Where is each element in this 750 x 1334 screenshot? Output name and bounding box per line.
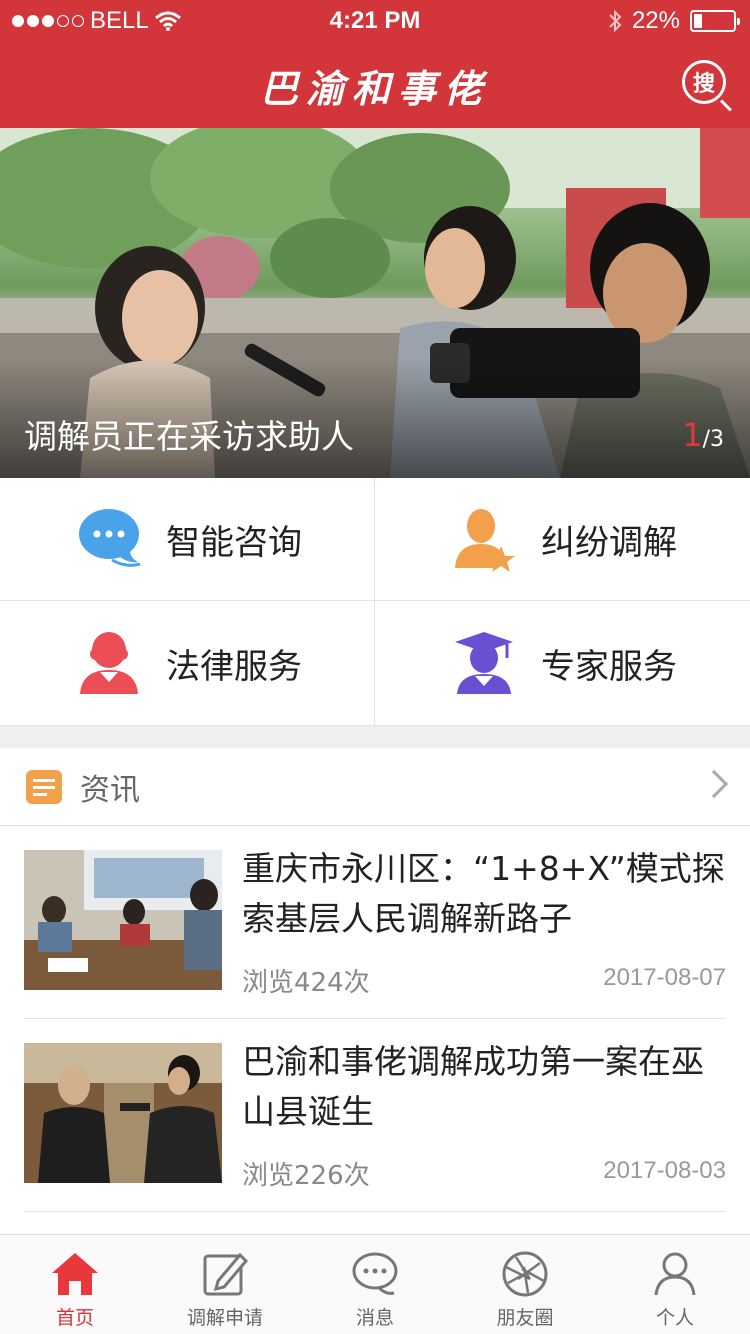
news-views: 浏览226次 <box>242 1161 370 1191</box>
tab-profile[interactable]: 个人 <box>600 1235 750 1334</box>
section-gap <box>0 726 750 748</box>
person-icon <box>654 1252 696 1296</box>
battery-percent: 22% <box>631 7 680 34</box>
news-item[interactable]: 巴渝和事佬调解成功第一案在巫山县诞生 浏览226次 2017-08-03 <box>24 1019 726 1212</box>
news-thumbnail <box>24 1043 222 1183</box>
news-title: 重庆市永川区：“1+8+X”模式探索基层人民调解新路子 <box>242 849 725 938</box>
pager-current: 1 <box>682 416 703 454</box>
edit-icon <box>203 1252 249 1296</box>
service-grid: 智能咨询 纠纷调解 法律服务 专家服务 <box>0 478 750 726</box>
service-label: 法律服务 <box>166 646 302 687</box>
banner-caption: 调解员正在采访求助人 <box>24 417 354 456</box>
service-label: 专家服务 <box>541 646 677 687</box>
service-expert[interactable]: 专家服务 <box>375 601 750 726</box>
tab-label: 调解申请 <box>186 1307 263 1329</box>
service-legal[interactable]: 法律服务 <box>0 601 375 726</box>
news-views: 浏览424次 <box>242 968 370 998</box>
pager-total: /3 <box>702 427 724 452</box>
aperture-icon <box>502 1251 548 1297</box>
search-button[interactable]: 搜 <box>682 60 726 104</box>
status-bar: BELL 4:21 PM 22% <box>0 0 750 40</box>
tab-label: 朋友圈 <box>496 1307 554 1329</box>
tab-mediation-apply[interactable]: 调解申请 <box>150 1235 300 1334</box>
news-date: 2017-08-07 <box>603 964 726 991</box>
graduate-icon <box>455 632 513 694</box>
news-title: 巴渝和事佬调解成功第一案在巫山县诞生 <box>242 1042 704 1131</box>
tab-bar: 首页 调解申请 消息 朋友圈 个人 <box>0 1234 750 1334</box>
tab-label: 消息 <box>355 1307 394 1329</box>
tab-label: 个人 <box>655 1307 694 1329</box>
service-label: 纠纷调解 <box>541 522 677 563</box>
tab-moments[interactable]: 朋友圈 <box>450 1235 600 1334</box>
battery-icon <box>690 10 740 32</box>
news-section-title: 资讯 <box>80 772 140 808</box>
app-title: 巴渝和事佬 <box>259 66 490 111</box>
bluetooth-icon <box>609 9 622 33</box>
banner-pager: 1/3 <box>682 416 724 454</box>
chat-bubble-icon <box>79 509 141 567</box>
news-icon <box>26 769 62 804</box>
service-label: 智能咨询 <box>166 522 302 563</box>
chevron-right-icon[interactable] <box>699 769 729 799</box>
service-dispute-mediation[interactable]: 纠纷调解 <box>375 478 750 601</box>
status-right: 22% <box>608 7 740 35</box>
message-icon <box>352 1252 398 1295</box>
person-star-icon <box>455 509 515 572</box>
tab-home[interactable]: 首页 <box>0 1235 150 1334</box>
service-smart-consult[interactable]: 智能咨询 <box>0 478 375 601</box>
top-bar: BELL 4:21 PM 22% 巴渝和事佬 搜 <box>0 0 750 128</box>
tab-messages[interactable]: 消息 <box>300 1235 450 1334</box>
judge-icon <box>80 632 138 694</box>
home-icon <box>52 1253 98 1295</box>
banner-carousel[interactable]: 调解员正在采访求助人 1/3 <box>0 128 750 478</box>
news-section-header[interactable]: 资讯 <box>0 748 750 826</box>
news-thumbnail <box>24 850 222 990</box>
news-date: 2017-08-03 <box>603 1157 726 1184</box>
news-item[interactable]: 重庆市永川区：“1+8+X”模式探索基层人民调解新路子 浏览424次 2017-… <box>24 826 726 1019</box>
tab-label: 首页 <box>55 1307 94 1329</box>
